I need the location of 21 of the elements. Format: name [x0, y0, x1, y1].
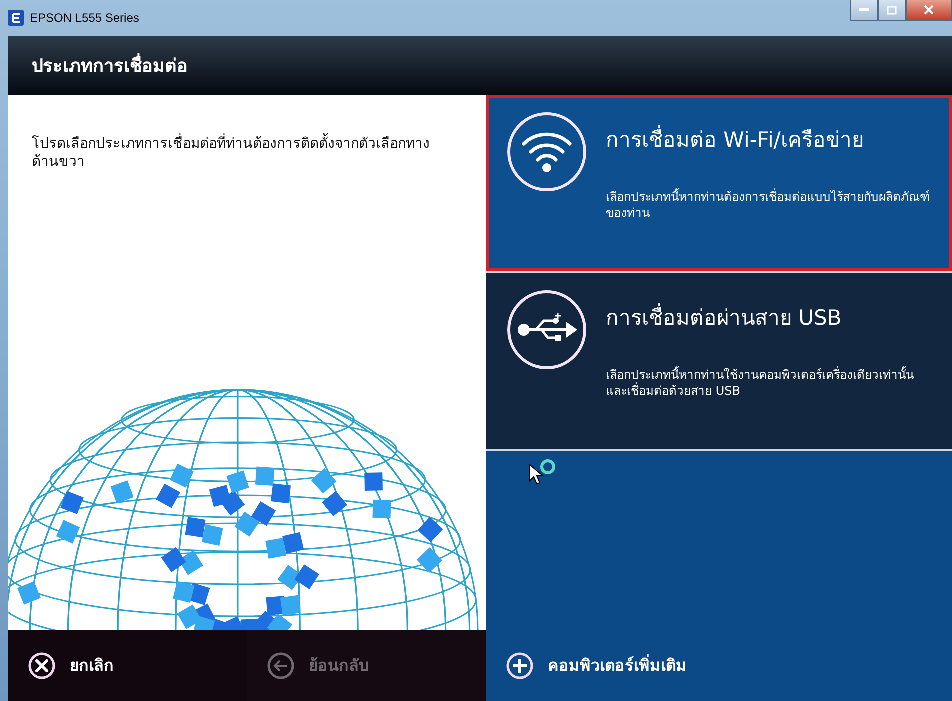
- close-button[interactable]: [906, 0, 952, 21]
- maximize-button[interactable]: [878, 0, 906, 21]
- option-title: การเชื่อมต่อ Wi-Fi/เครือข่าย: [606, 123, 932, 156]
- page-title: ประเภทการเชื่อมต่อ: [32, 51, 188, 80]
- close-icon: [924, 5, 934, 15]
- close-icon: [28, 652, 56, 680]
- option-description: เลือกประเภทนี้หากท่านต้องการเชื่อมต่อแบบไร้สายกับผลิตภัณฑ์ของท่าน: [606, 190, 931, 222]
- connection-option[interactable]: การเชื่อมต่อผ่านสาย USB เลือกประเภทนี้หากท่านใช้งานคอมพิวเตอร์เครื่องเดียวเท่านั้นและเชื่อมต่อด้วยสาย USB: [486, 273, 952, 451]
- option-title: การเชื่อมต่อผ่านสาย USB: [606, 301, 932, 334]
- maximize-icon: [887, 6, 897, 14]
- instruction-text: โปรดเลือกประเภทการเชื่อมต่อที่ท่านต้องการติดตั้งจากตัวเลือกทางด้านขวา: [32, 135, 432, 172]
- window-title: EPSON L555 Series: [30, 11, 140, 25]
- minimize-icon: [859, 8, 869, 12]
- busy-cursor-icon: [528, 457, 558, 487]
- wifi-icon: [506, 111, 588, 193]
- connection-option[interactable]: การเชื่อมต่อ Wi-Fi/เครือข่าย เลือกประเภทนี้หากท่านต้องการเชื่อมต่อแบบไร้สายกับผลิตภัณฑ์ของท่าน: [486, 95, 952, 273]
- usb-icon: [506, 289, 588, 371]
- plus-icon: [506, 652, 534, 680]
- option-description: เลือกประเภทนี้หากท่านใช้งานคอมพิวเตอร์เครื่องเดียวเท่านั้นและเชื่อมต่อด้วยสาย USB: [606, 368, 915, 400]
- app-icon: [8, 10, 24, 26]
- minimize-button[interactable]: [850, 0, 878, 21]
